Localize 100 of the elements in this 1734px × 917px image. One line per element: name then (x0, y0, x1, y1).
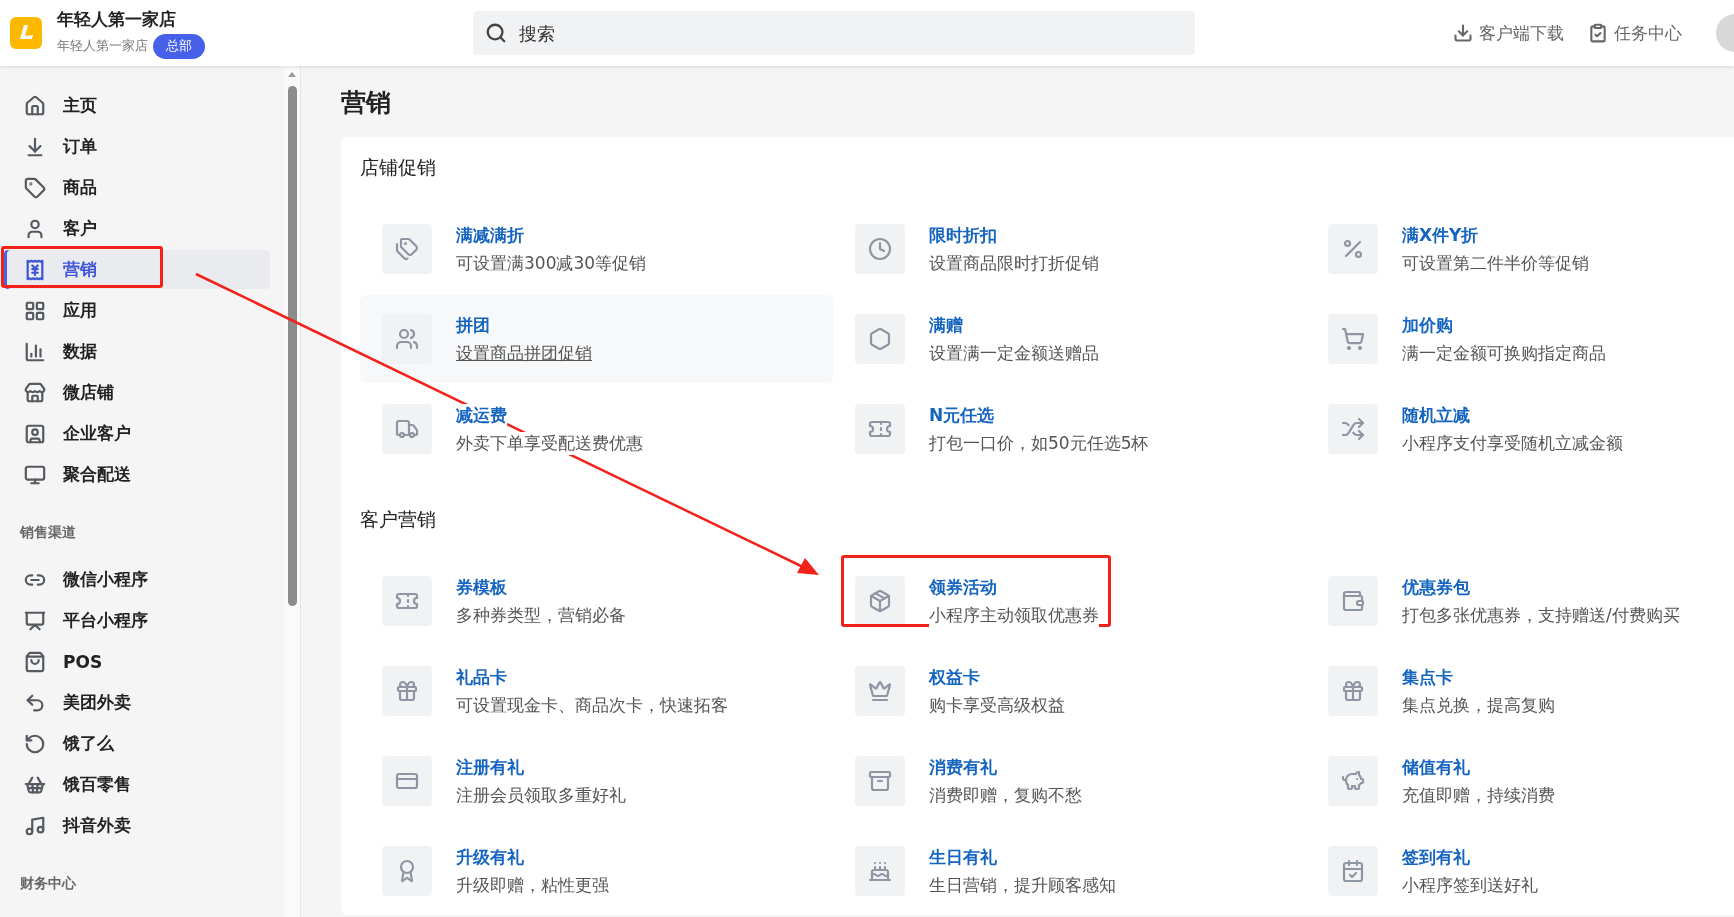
feature-title: 拼团 (456, 313, 490, 337)
nav-icon (24, 814, 46, 837)
feature-item[interactable]: 集点卡 集点兑换，提高复购 (1306, 647, 1734, 735)
feature-description: 设置满一定金额送赠品 (929, 341, 1099, 365)
header-action[interactable]: 任务中心 (1588, 21, 1682, 45)
nav-icon (24, 732, 46, 755)
nav-icon (24, 176, 46, 199)
feature-title: 礼品卡 (456, 665, 507, 689)
feature-title: 限时折扣 (929, 223, 997, 247)
nav-icon (24, 381, 46, 404)
feature-description: 满一定金额可换购指定商品 (1402, 341, 1606, 365)
feature-title: 券模板 (456, 575, 507, 599)
feature-title: N元任选 (929, 403, 995, 427)
feature-description: 打包多张优惠券，支持赠送/付费购买 (1402, 603, 1680, 627)
feature-title: 满赠 (929, 313, 963, 337)
feature-description: 小程序签到送好礼 (1402, 873, 1538, 897)
feature-description: 外卖下单享受配送费优惠 (456, 431, 643, 455)
feature-title: 签到有礼 (1402, 845, 1470, 869)
feature-item[interactable]: 满减满折 可设置满300减30等促销 (360, 205, 833, 293)
feature-title: 升级有礼 (456, 845, 524, 869)
feature-title: 生日有礼 (929, 845, 997, 869)
feature-description: 可设置现金卡、商品次卡，快速拓客 (456, 693, 728, 717)
nav-icon (24, 609, 46, 632)
feature-icon (1328, 404, 1378, 454)
sidebar-item[interactable]: 客户 (4, 209, 270, 248)
nav-icon (24, 299, 46, 322)
feature-title: 随机立减 (1402, 403, 1470, 427)
feature-item[interactable]: 权益卡 购卡享受高级权益 (833, 647, 1306, 735)
feature-icon (382, 756, 432, 806)
feature-icon (855, 576, 905, 626)
feature-item[interactable]: 消费有礼 消费即赠，复购不愁 (833, 737, 1306, 825)
header-action[interactable]: 客户端下载 (1453, 21, 1564, 45)
logo-icon (10, 17, 42, 49)
feature-icon (855, 314, 905, 364)
search-icon (485, 22, 507, 44)
sidebar-item[interactable]: 平台小程序 (4, 601, 270, 640)
scroll-up-icon[interactable] (287, 70, 297, 78)
sidebar-item[interactable]: POS (4, 642, 270, 681)
sidebar-item[interactable]: 抖音外卖 (4, 806, 270, 845)
feature-icon (1328, 666, 1378, 716)
feature-item[interactable]: N元任选 打包一口价，如50元任选5杯 (833, 385, 1306, 473)
store-subtitle: 年轻人第一家店 (57, 37, 148, 55)
feature-item[interactable]: 签到有礼 小程序签到送好礼 (1306, 827, 1734, 915)
nav-icon (24, 340, 46, 363)
feature-item[interactable]: 随机立减 小程序支付享受随机立减金额 (1306, 385, 1734, 473)
feature-icon (855, 756, 905, 806)
sidebar-item[interactable]: 主页 (4, 86, 270, 125)
sidebar-item[interactable]: 商品 (4, 168, 270, 207)
sidebar-item[interactable]: 应用 (4, 291, 270, 330)
action-icon (1453, 23, 1473, 43)
sidebar-item[interactable]: 微店铺 (4, 373, 270, 412)
feature-description: 小程序主动领取优惠券 (929, 603, 1099, 627)
feature-item[interactable]: 升级有礼 升级即赠，粘性更强 (360, 827, 833, 915)
feature-icon (1328, 224, 1378, 274)
feature-icon (855, 224, 905, 274)
sidebar-item[interactable]: 数据 (4, 332, 270, 371)
feature-item[interactable]: 生日有礼 生日营销，提升顾客感知 (833, 827, 1306, 915)
feature-item[interactable]: 满赠 设置满一定金额送赠品 (833, 295, 1306, 383)
feature-description: 购卡享受高级权益 (929, 693, 1065, 717)
page-title: 营销 (341, 87, 392, 119)
search-field[interactable]: 搜索 (473, 11, 1195, 55)
nav-icon (24, 217, 46, 240)
feature-icon (1328, 846, 1378, 896)
feature-item[interactable]: 限时折扣 设置商品限时打折促销 (833, 205, 1306, 293)
feature-item[interactable]: 券模板 多种券类型，营销必备 (360, 557, 833, 645)
feature-description: 充值即赠，持续消费 (1402, 783, 1555, 807)
feature-title: 减运费 (456, 403, 507, 427)
feature-description: 小程序支付享受随机立减金额 (1402, 431, 1623, 455)
feature-item[interactable]: 拼团 设置商品拼团促销 (360, 295, 833, 383)
sidebar-item[interactable]: 饿了么 (4, 724, 270, 763)
feature-icon (855, 846, 905, 896)
feature-item[interactable]: 减运费 外卖下单享受配送费优惠 (360, 385, 833, 473)
sidebar-item[interactable]: 微信小程序 (4, 560, 270, 599)
feature-item[interactable]: 加价购 满一定金额可换购指定商品 (1306, 295, 1734, 383)
feature-item[interactable]: 礼品卡 可设置现金卡、商品次卡，快速拓客 (360, 647, 833, 735)
feature-item[interactable]: 优惠券包 打包多张优惠券，支持赠送/付费购买 (1306, 557, 1734, 645)
feature-title: 加价购 (1402, 313, 1453, 337)
feature-icon (1328, 314, 1378, 364)
sidebar-item[interactable]: 美团外卖 (4, 683, 270, 722)
store-badge: 总部 (153, 33, 205, 59)
feature-icon (382, 666, 432, 716)
sidebar-item[interactable]: 饿百零售 (4, 765, 270, 804)
feature-item[interactable]: 满X件Y折 可设置第二件半价等促销 (1306, 205, 1734, 293)
feature-icon (1328, 576, 1378, 626)
sidebar-item[interactable]: 订单 (4, 127, 270, 166)
feature-title: 权益卡 (929, 665, 980, 689)
feature-icon (1328, 756, 1378, 806)
feature-item[interactable]: 注册有礼 注册会员领取多重好礼 (360, 737, 833, 825)
feature-icon (382, 314, 432, 364)
feature-description: 升级即赠，粘性更强 (456, 873, 609, 897)
sidebar-section-title: 财务中心 (20, 875, 77, 893)
scrollbar-thumb[interactable] (287, 86, 297, 606)
feature-item[interactable]: 储值有礼 充值即赠，持续消费 (1306, 737, 1734, 825)
sidebar-item[interactable]: 聚合配送 (4, 455, 270, 494)
feature-icon (382, 846, 432, 896)
feature-description: 设置商品限时打折促销 (929, 251, 1099, 275)
sidebar-item[interactable]: 企业客户 (4, 414, 270, 453)
feature-title: 领券活动 (929, 575, 997, 599)
feature-item[interactable]: 领券活动 小程序主动领取优惠券 (833, 557, 1306, 645)
feature-title: 满减满折 (456, 223, 524, 247)
